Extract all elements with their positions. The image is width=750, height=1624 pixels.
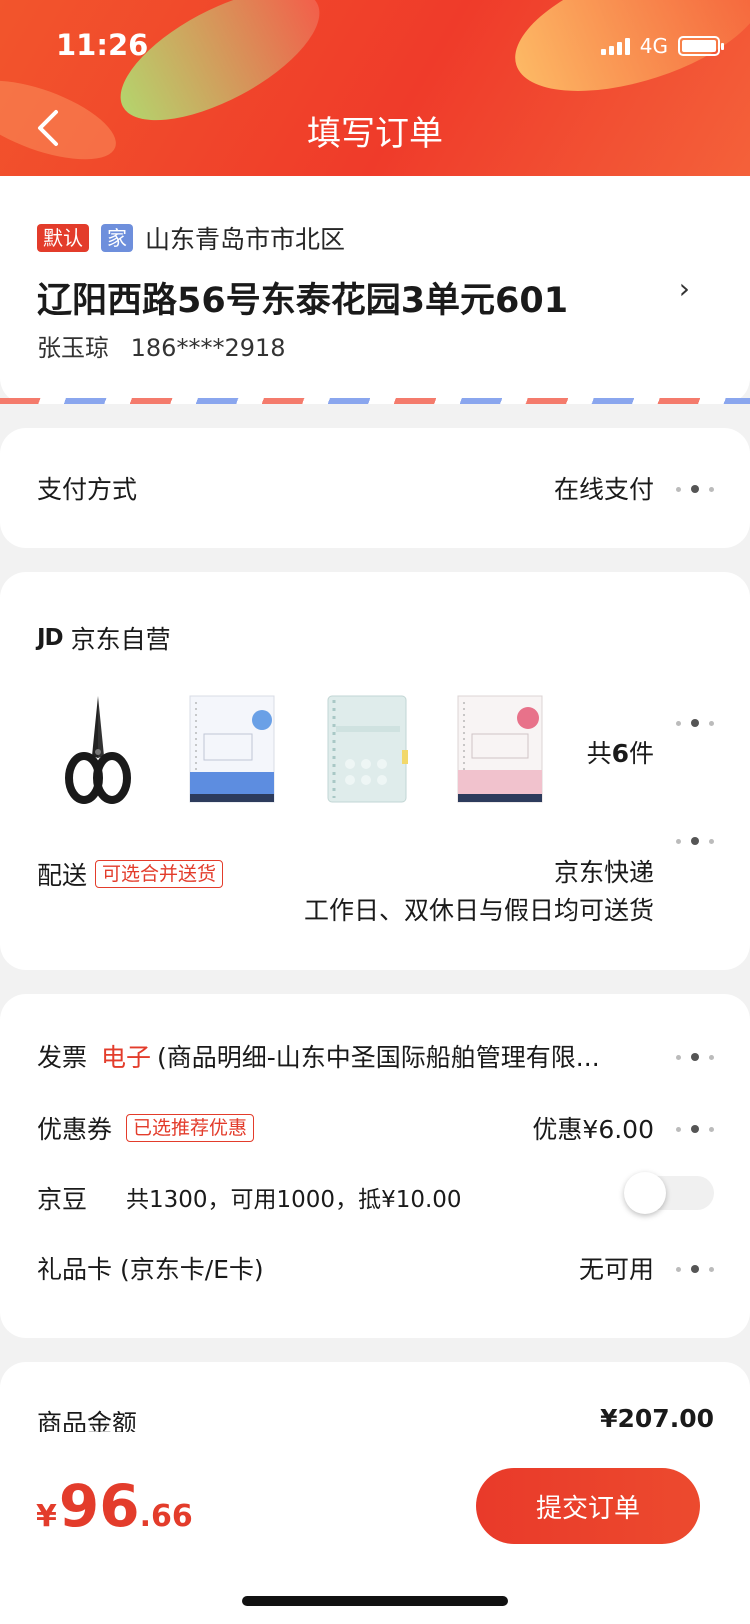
more-dots-icon[interactable] [676, 484, 714, 494]
more-dots-icon[interactable] [676, 1124, 714, 1134]
signal-icon [600, 37, 630, 55]
currency-symbol: ¥ [36, 1499, 57, 1534]
coupon-tag: 已选推荐优惠 [126, 1114, 255, 1142]
product-thumbnail-diary-notebook[interactable] [450, 690, 550, 808]
network-label: 4G [639, 34, 668, 58]
payment-label: 支付方式 [37, 475, 138, 504]
payment-value: 在线支付 [553, 475, 654, 504]
jd-logo: JD [37, 625, 64, 651]
header-bar: 11:26 4G 填写订单 [0, 0, 750, 176]
merge-shipping-tag[interactable]: 可选合并送货 [95, 860, 224, 888]
recipient-phone: 186****2918 [130, 334, 286, 362]
total-integer: 96 [58, 1472, 140, 1540]
submit-order-button[interactable]: 提交订单 [476, 1468, 700, 1544]
status-time: 11:26 [56, 28, 149, 62]
coupon-row[interactable]: 优惠券 已选推荐优惠 [37, 1110, 255, 1146]
beans-label: 京豆 [37, 1185, 88, 1214]
more-dots-icon[interactable] [676, 836, 714, 846]
home-tag: 家 [101, 224, 133, 252]
invoice-label: 发票 [37, 1043, 88, 1072]
invoice-row[interactable]: 发票 电子 (商品明细-山东中圣国际船舶管理有限... [37, 1038, 637, 1074]
envelope-stripe [0, 398, 750, 404]
home-indicator [242, 1596, 508, 1606]
shipping-note: 工作日、双休日与假日均可送货 [303, 896, 654, 925]
page-title: 填写订单 [307, 114, 443, 154]
recipient-name: 张玉琼 [37, 334, 109, 362]
battery-icon [678, 36, 724, 56]
more-dots-icon[interactable] [676, 1052, 714, 1062]
product-thumbnail-binder[interactable] [316, 690, 416, 808]
giftcard-label: 礼品卡 (京东卡/E卡) [37, 1255, 264, 1284]
address-region-row: 默认 家 山东青岛市市北区 [37, 220, 345, 256]
more-dots-icon[interactable] [676, 1264, 714, 1274]
address-contact: 张玉琼 186****2918 [37, 328, 286, 363]
extras-card: 发票 电子 (商品明细-山东中圣国际船舶管理有限... 优惠券 已选推荐优惠 优惠¥… [0, 994, 750, 1338]
coupon-label: 优惠券 [37, 1115, 113, 1144]
shop-name: 京东自营 [70, 625, 171, 654]
shipping-info[interactable]: 京东快递 工作日、双休日与假日均可送货 [304, 854, 654, 930]
shipping-method: 京东快递 [553, 858, 654, 887]
giftcard-value: 无可用 [578, 1255, 654, 1284]
shipping-row: 配送 可选合并送货 [37, 856, 224, 892]
goods-amount: ¥207.00 [600, 1404, 714, 1433]
product-thumbnail-scissors[interactable] [48, 690, 148, 808]
beans-info: 共1300，可用1000，抵¥10.00 [126, 1187, 462, 1213]
coupon-value: 优惠¥6.00 [532, 1115, 654, 1144]
goods-card: JD 京东自营 共6件 配送 可选合并送货 京东快递 工作日、双休日与假日均可送… [0, 572, 750, 970]
default-tag: 默认 [37, 224, 89, 252]
payment-method-card[interactable]: 支付方式 在线支付 [0, 428, 750, 548]
shop-name-row: JD 京东自营 [37, 620, 171, 656]
shipping-label: 配送 [37, 861, 88, 890]
total-price: ¥ 96 .66 [36, 1472, 193, 1540]
address-card[interactable]: 默认 家 山东青岛市市北区 辽阳西路56号东泰花园3单元601 张玉琼 186*… [0, 176, 750, 404]
header-decoration [499, 0, 750, 118]
address-region: 山东青岛市市北区 [145, 225, 346, 254]
more-dots-icon[interactable] [676, 718, 714, 728]
item-count: 共6件 [586, 739, 654, 768]
invoice-type: 电子 [101, 1043, 152, 1072]
invoice-detail: (商品明细-山东中圣国际船舶管理有限... [157, 1043, 600, 1072]
address-detail: 辽阳西路56号东泰花园3单元601 [37, 281, 569, 321]
total-decimal: .66 [139, 1499, 193, 1534]
chevron-right-icon[interactable]: › [679, 272, 690, 305]
beans-toggle[interactable] [624, 1172, 714, 1214]
status-icons: 4G [600, 34, 724, 58]
product-thumbnail-b5-notebook[interactable] [182, 690, 282, 808]
